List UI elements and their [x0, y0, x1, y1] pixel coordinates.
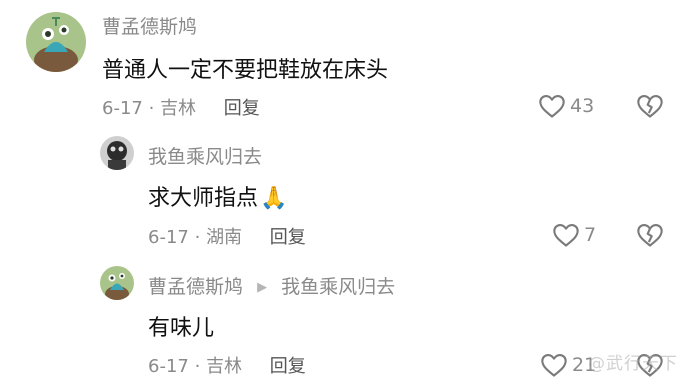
comment-item: 曹孟德斯鸠 普通人一定不要把鞋放在床头 6-17 · 吉林 回复 43: [0, 0, 690, 130]
avatar[interactable]: [26, 12, 86, 72]
reply-date: 6-17: [148, 227, 189, 248]
reply-username[interactable]: 曹孟德斯鸠: [148, 276, 243, 298]
like-button[interactable]: 43: [538, 93, 594, 119]
heart-outline-icon: [541, 354, 567, 377]
reply-text: 有味儿: [148, 316, 215, 341]
heart-outline-icon: [553, 224, 579, 247]
avatar-image-icon: [100, 266, 134, 300]
comment-location: 吉林: [160, 98, 197, 119]
heart-outline-icon: [539, 95, 565, 118]
like-count: 7: [584, 224, 597, 246]
broken-heart-icon: [637, 224, 663, 247]
meta-separator: ·: [194, 356, 201, 377]
pray-emoji: 🙏: [260, 186, 288, 211]
reply-text-body: 求大师指点: [148, 186, 259, 211]
reply-item: 我鱼乘风归去 求大师指点🙏 6-17 · 湖南 回复 7: [0, 130, 690, 254]
watermark: @武行天下: [588, 354, 678, 374]
comment-date: 6-17: [102, 98, 143, 119]
reply-location: 湖南: [206, 227, 243, 248]
reply-meta: 6-17 · 吉林 回复: [148, 352, 306, 378]
reply-button[interactable]: 回复: [224, 98, 260, 119]
reply-item: 曹孟德斯鸠 ▶ 我鱼乘风归去 有味儿 6-17 · 吉林 回复 21: [0, 254, 690, 378]
meta-separator: ·: [194, 227, 201, 248]
reply-meta: 6-17 · 湖南 回复: [148, 223, 306, 249]
avatar[interactable]: [100, 136, 134, 170]
avatar[interactable]: [100, 266, 134, 300]
broken-heart-icon: [637, 95, 663, 118]
reply-location: 吉林: [206, 356, 243, 377]
reply-button[interactable]: 回复: [270, 356, 306, 377]
comment-username[interactable]: 曹孟德斯鸠: [102, 12, 197, 39]
dislike-button[interactable]: [636, 222, 664, 248]
like-count: 43: [570, 95, 595, 117]
reply-date: 6-17: [148, 356, 189, 377]
comment-text: 普通人一定不要把鞋放在床头: [102, 58, 389, 83]
reply-to-username[interactable]: 我鱼乘风归去: [281, 276, 395, 298]
reply-text: 求大师指点🙏: [148, 180, 287, 212]
meta-separator: ·: [148, 98, 155, 119]
dislike-button[interactable]: [636, 93, 664, 119]
comment-meta: 6-17 · 吉林 回复: [102, 94, 260, 120]
caret-right-icon: ▶: [257, 280, 268, 295]
like-button[interactable]: 7: [552, 222, 596, 248]
reply-button[interactable]: 回复: [270, 227, 306, 248]
avatar-image-icon: [100, 136, 134, 170]
reply-username[interactable]: 我鱼乘风归去: [148, 142, 262, 169]
avatar-image-icon: [26, 12, 86, 72]
reply-username-line: 曹孟德斯鸠 ▶ 我鱼乘风归去: [148, 272, 395, 299]
